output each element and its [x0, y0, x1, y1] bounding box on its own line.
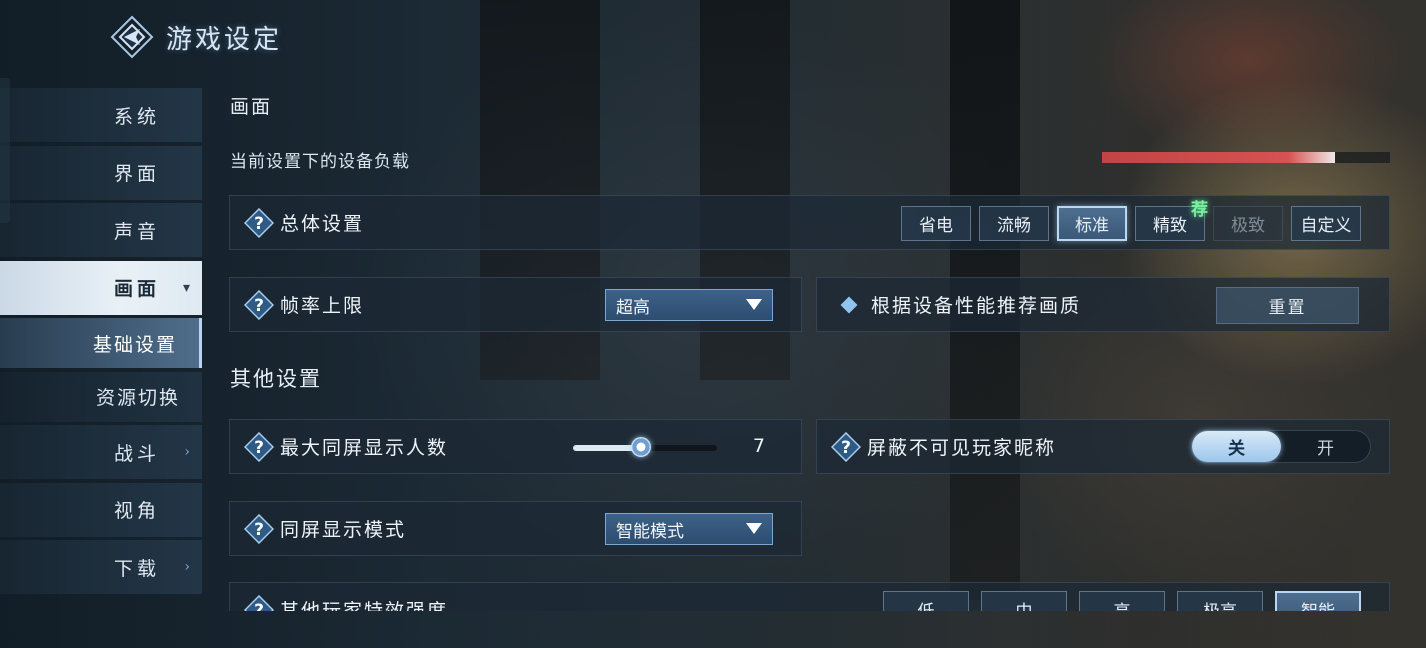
caret-down-icon — [746, 523, 762, 534]
sidebar-subitem-resource-switch[interactable]: 资源切换 — [0, 371, 202, 422]
sidebar-item-system[interactable]: 系统 — [0, 88, 202, 142]
display-mode-row: ? 同屏显示模式 智能模式 — [229, 501, 802, 556]
svg-text:?: ? — [254, 214, 264, 234]
max-players-label: 最大同屏显示人数 — [280, 437, 449, 459]
effect-medium-button[interactable]: 中 — [981, 591, 1067, 611]
preset-refined-button[interactable]: 精致荐 — [1135, 200, 1208, 241]
slider-thumb[interactable] — [630, 437, 651, 457]
display-mode-dropdown[interactable]: 智能模式 — [605, 513, 773, 545]
sidebar-item-label: 系统 — [113, 105, 160, 128]
max-players-slider[interactable] — [573, 437, 717, 457]
effect-ultra-button[interactable]: 极高 — [1177, 591, 1263, 611]
recommended-badge: 荐 — [1191, 200, 1208, 220]
section-title-picture: 画面 — [230, 96, 273, 118]
effect-label: 极高 — [1203, 597, 1237, 612]
sidebar-item-interface[interactable]: 界面 — [0, 145, 202, 200]
recommend-quality-label: 根据设备性能推荐画质 — [871, 295, 1082, 317]
effect-label: 智能 — [1301, 597, 1335, 612]
sidebar-item-combat[interactable]: 战斗 › — [0, 425, 202, 479]
effects-level-group: 低 中 高 极高 智能 — [883, 591, 1361, 611]
preset-label: 标准 — [1075, 216, 1109, 236]
overall-settings-label: 总体设置 — [280, 213, 365, 235]
sidebar-item-label: 界面 — [113, 163, 160, 185]
overall-settings-row: ? 总体设置 省电 流畅 标准 精致荐 极致 自定义 — [229, 195, 1390, 250]
sidebar-item-label: 视角 — [113, 500, 160, 522]
sidebar-item-camera[interactable]: 视角 — [0, 482, 202, 537]
sidebar-subitem-basic-settings[interactable]: 基础设置 — [0, 318, 202, 368]
recommend-quality-row: 根据设备性能推荐画质 重置 — [816, 277, 1390, 332]
quality-preset-group: 省电 流畅 标准 精致荐 极致 自定义 — [901, 200, 1361, 241]
effect-smart-button[interactable]: 智能 — [1275, 591, 1361, 611]
preset-custom-button[interactable]: 自定义 — [1291, 206, 1361, 241]
device-load-label: 当前设置下的设备负载 — [230, 152, 410, 172]
fps-limit-row: ? 帧率上限 超高 — [229, 277, 802, 332]
hide-names-toggle[interactable]: 关 开 — [1191, 430, 1371, 463]
sidebar-item-label: 基础设置 — [92, 333, 177, 356]
toggle-off-option[interactable]: 关 — [1192, 431, 1281, 462]
chevron-right-icon: › — [184, 559, 194, 575]
effect-low-button[interactable]: 低 — [883, 591, 969, 611]
preset-label: 流畅 — [997, 216, 1031, 236]
help-icon[interactable]: ? — [831, 431, 861, 462]
dropdown-value: 智能模式 — [616, 521, 684, 542]
hide-names-row: ? 屏蔽不可见玩家昵称 关 开 — [816, 419, 1390, 474]
toggle-on-option[interactable]: 开 — [1281, 431, 1370, 462]
help-icon[interactable]: ? — [244, 207, 274, 238]
help-icon[interactable]: ? — [244, 289, 274, 320]
player-effects-label: 其他玩家特效强度 — [280, 600, 449, 611]
device-load-bar — [1102, 152, 1390, 163]
sidebar-item-label: 下载 — [113, 557, 160, 580]
help-icon[interactable]: ? — [244, 431, 274, 462]
preset-label: 自定义 — [1300, 216, 1352, 236]
diamond-bullet-icon — [840, 296, 858, 313]
player-effects-row: ? 其他玩家特效强度 低 中 高 极高 智能 — [229, 582, 1390, 611]
sidebar-item-label: 战斗 — [113, 442, 160, 465]
sidebar-item-label: 资源切换 — [95, 387, 180, 409]
preset-smooth-button[interactable]: 流畅 — [979, 206, 1049, 241]
content-viewport: 系统 界面 声音 画面 ▾ 基础设置 资源切换 战斗 › 视角 下载 › 画面 … — [0, 0, 1426, 611]
chevron-right-icon: › — [184, 444, 194, 460]
effect-label: 低 — [918, 597, 935, 612]
preset-power-save-button[interactable]: 省电 — [901, 206, 971, 241]
preset-standard-button[interactable]: 标准 — [1057, 206, 1127, 241]
svg-text:?: ? — [254, 296, 264, 316]
sidebar-item-label: 画面 — [113, 278, 160, 300]
preset-label: 精致 — [1153, 216, 1187, 236]
display-mode-label: 同屏显示模式 — [280, 519, 407, 541]
sidebar-item-picture[interactable]: 画面 ▾ — [0, 260, 202, 315]
preset-label: 极致 — [1231, 216, 1265, 236]
help-icon[interactable]: ? — [244, 594, 274, 612]
chevron-down-icon: ▾ — [182, 279, 194, 296]
sidebar: 系统 界面 声音 画面 ▾ 基础设置 资源切换 战斗 › 视角 下载 › — [0, 88, 202, 598]
svg-text:?: ? — [254, 520, 264, 540]
dropdown-value: 超高 — [616, 297, 650, 318]
device-load-fill — [1102, 152, 1336, 163]
fps-limit-dropdown[interactable]: 超高 — [605, 289, 773, 321]
reset-button[interactable]: 重置 — [1216, 287, 1359, 324]
hide-names-label: 屏蔽不可见玩家昵称 — [867, 437, 1057, 459]
svg-text:?: ? — [254, 438, 264, 458]
effect-label: 高 — [1114, 597, 1131, 612]
preset-ultimate-button[interactable]: 极致 — [1213, 206, 1283, 241]
sidebar-item-sound[interactable]: 声音 — [0, 203, 202, 257]
help-icon[interactable]: ? — [244, 513, 274, 544]
preset-label: 省电 — [919, 216, 953, 236]
sidebar-item-label: 声音 — [113, 220, 160, 243]
caret-down-icon — [746, 299, 762, 310]
max-players-value: 7 — [752, 435, 765, 457]
fps-limit-label: 帧率上限 — [280, 295, 365, 317]
svg-text:?: ? — [254, 601, 264, 612]
svg-text:?: ? — [841, 438, 851, 458]
section-title-other: 其他设置 — [230, 367, 322, 391]
max-players-row: ? 最大同屏显示人数 7 — [229, 419, 802, 474]
effect-high-button[interactable]: 高 — [1079, 591, 1165, 611]
effect-label: 中 — [1016, 597, 1033, 612]
sidebar-item-download[interactable]: 下载 › — [0, 540, 202, 594]
